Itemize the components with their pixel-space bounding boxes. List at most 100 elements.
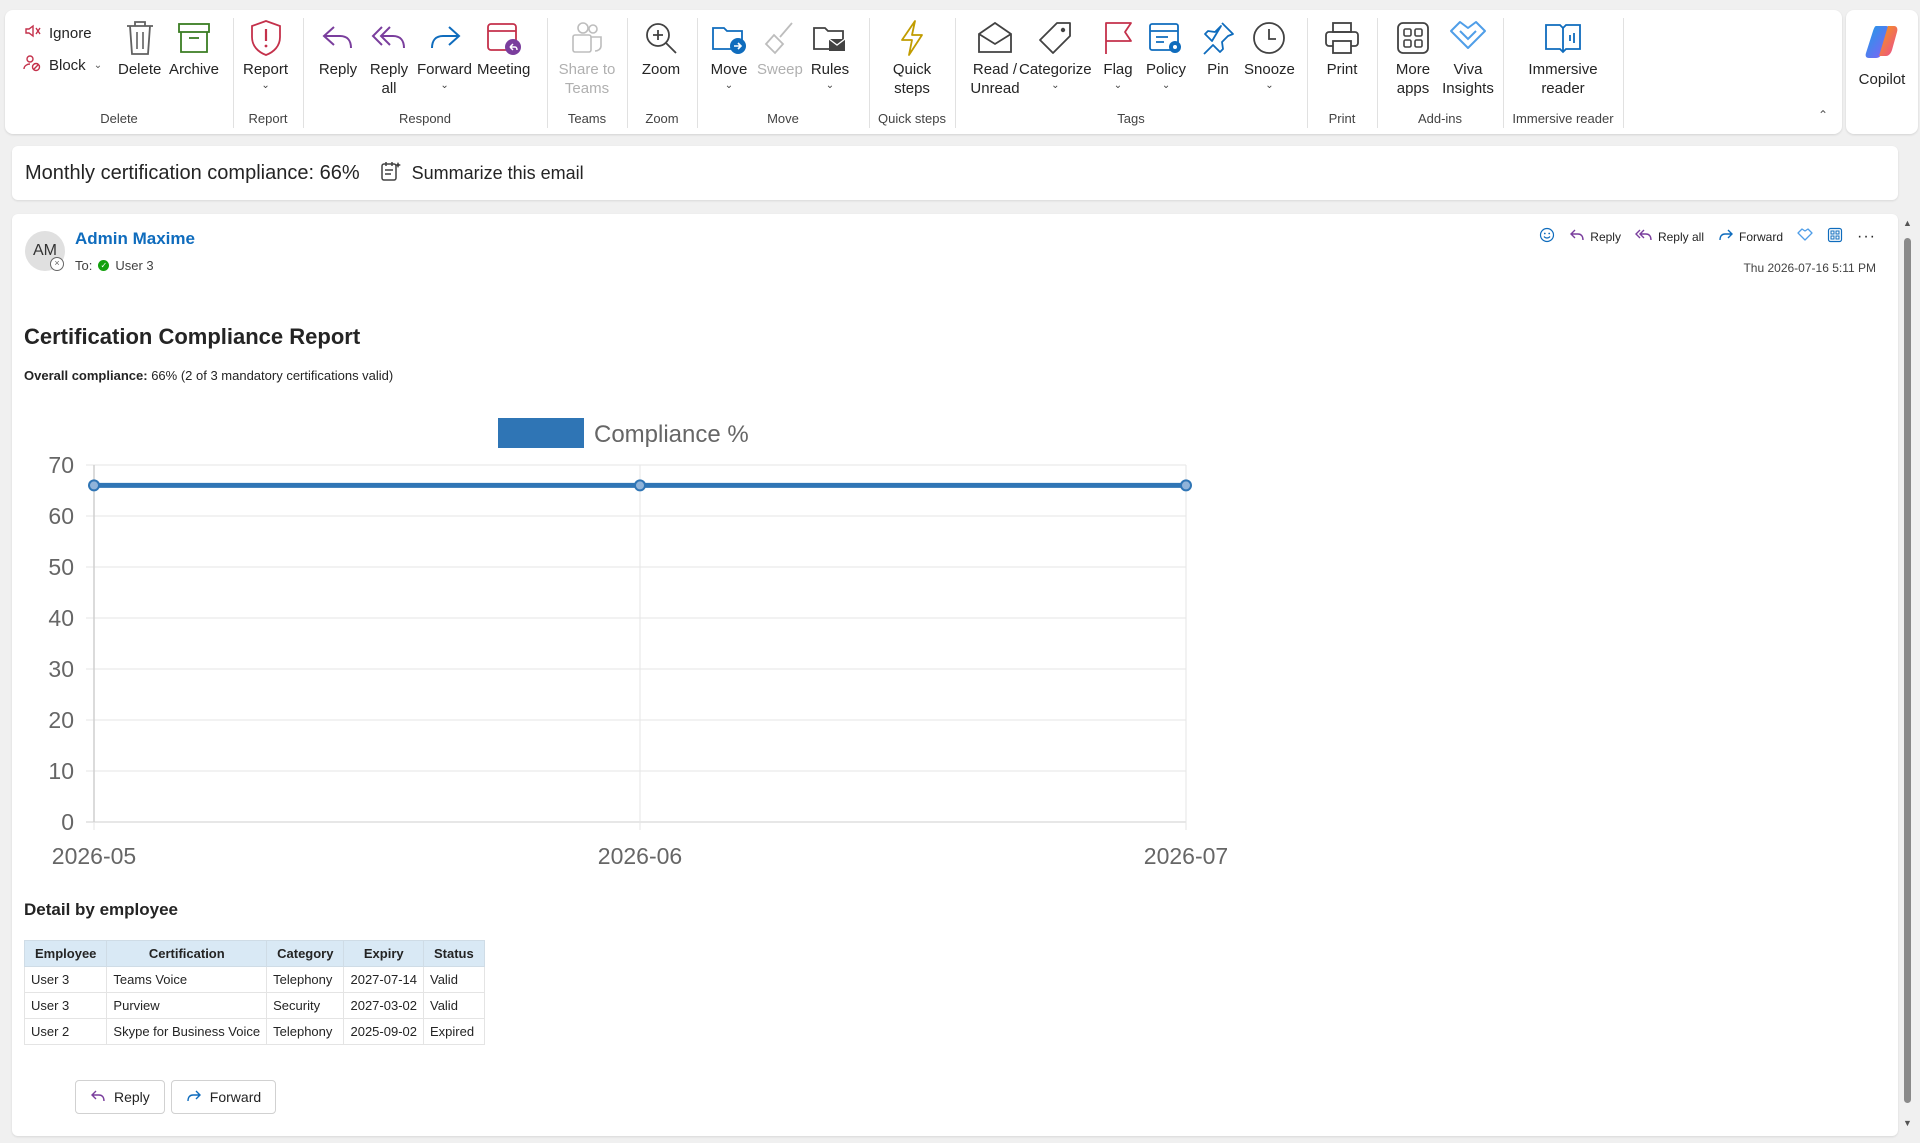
- bottom-reply-button[interactable]: Reply: [75, 1080, 165, 1114]
- block-button[interactable]: Block ⌄: [23, 54, 102, 76]
- emoji-reaction-button[interactable]: [1539, 227, 1555, 246]
- table-row: User 3 Purview Security 2027-03-02 Valid: [23, 992, 485, 1019]
- table-cell-employee: User 2: [23, 1018, 108, 1045]
- x-tick-label: 2026-07: [1144, 843, 1228, 869]
- more-options-button[interactable]: ···: [1857, 228, 1876, 246]
- chevron-down-icon: ⌄: [1113, 80, 1123, 91]
- y-tick-label: 30: [48, 656, 74, 682]
- archive-icon: [174, 18, 214, 58]
- scroll-up-icon[interactable]: ▲: [1903, 218, 1912, 228]
- meeting-button[interactable]: Meeting: [477, 18, 530, 79]
- table-cell-expiry: 2027-07-14: [343, 966, 424, 993]
- delete-button[interactable]: Delete: [118, 18, 161, 79]
- reply-all-action-button[interactable]: Reply all: [1634, 228, 1704, 245]
- recipient-name[interactable]: User 3: [115, 258, 153, 273]
- scroll-thumb[interactable]: [1904, 238, 1911, 1103]
- move-button[interactable]: Move ⌄: [709, 18, 749, 91]
- chevron-down-icon: ⌄: [1161, 80, 1171, 91]
- data-point: [1180, 479, 1192, 492]
- viva-insights-button[interactable]: Viva Insights: [1441, 18, 1495, 98]
- x-tick-label: 2026-05: [52, 843, 136, 869]
- ignore-icon: [23, 22, 41, 44]
- scroll-down-icon[interactable]: ▼: [1903, 1118, 1912, 1128]
- x-tick-label: 2026-06: [598, 843, 682, 869]
- rules-button[interactable]: Rules ⌄: [810, 18, 850, 91]
- y-tick-label: 0: [61, 809, 74, 835]
- policy-button[interactable]: Policy ⌄: [1146, 18, 1186, 91]
- group-report: Report ⌄ Report: [233, 10, 303, 134]
- apps-grid-icon: [1827, 227, 1843, 246]
- zoom-in-icon: [641, 18, 681, 58]
- y-tick-label: 20: [48, 707, 74, 733]
- reply-button[interactable]: Reply: [318, 18, 358, 79]
- ribbon: Ignore Block ⌄ Delete Archive Delete Rep…: [5, 10, 1842, 134]
- group-print: Print Print: [1307, 10, 1377, 134]
- flag-icon: [1098, 18, 1138, 58]
- group-respond: Reply Reply all Forward ⌄ Meeting Respon…: [303, 10, 547, 134]
- chevron-down-icon: ⌄: [1265, 80, 1274, 91]
- group-quick-steps: Quick steps Quick steps: [869, 10, 955, 134]
- table-cell-status: Valid: [422, 966, 485, 993]
- reading-pane: AM × Admin Maxime To: ✓ User 3 Reply Rep…: [12, 214, 1898, 1136]
- forward-button[interactable]: Forward ⌄: [417, 18, 472, 91]
- immersive-reader-button[interactable]: Immersive reader: [1523, 18, 1603, 98]
- table-cell-employee: User 3: [23, 966, 108, 993]
- sender-name[interactable]: Admin Maxime: [75, 229, 195, 249]
- immersive-reader-icon: [1543, 18, 1583, 58]
- group-addins: More apps Viva Insights Add-ins: [1377, 10, 1503, 134]
- bottom-actions: Reply Forward: [75, 1080, 277, 1114]
- table-body: User 3 Teams Voice Telephony 2027-07-14 Vali…: [23, 966, 485, 1045]
- quick-steps-button[interactable]: Quick steps: [881, 18, 943, 98]
- pin-button[interactable]: Pin: [1198, 18, 1238, 79]
- detail-table: Employee Certification Category Expiry Statu…: [23, 940, 485, 1045]
- chevron-down-icon: ⌄: [440, 80, 449, 91]
- table-cell-category: Telephony: [266, 966, 345, 993]
- reply-action-button[interactable]: Reply: [1569, 228, 1621, 245]
- archive-button[interactable]: Archive: [169, 18, 219, 79]
- bottom-forward-button[interactable]: Forward: [170, 1080, 277, 1114]
- shield-alert-icon: [246, 18, 286, 58]
- data-point: [634, 479, 646, 492]
- viva-insights-icon: [1797, 227, 1813, 246]
- sent-timestamp: Thu 2026-07-16 5:11 PM: [1743, 261, 1876, 275]
- reply-icon: [318, 18, 358, 58]
- print-button[interactable]: Print: [1322, 18, 1362, 79]
- flag-button[interactable]: Flag ⌄: [1098, 18, 1138, 91]
- summarize-icon: [380, 160, 402, 187]
- collapse-ribbon-icon[interactable]: ⌃: [1818, 108, 1828, 122]
- table-cell-category: Telephony: [266, 1018, 345, 1045]
- more-apps-button[interactable]: More apps: [1391, 18, 1435, 98]
- policy-gear-icon: [1146, 18, 1186, 58]
- apps-action-button[interactable]: [1827, 227, 1843, 246]
- viva-action-button[interactable]: [1797, 227, 1813, 246]
- apps-grid-icon: [1393, 18, 1433, 58]
- block-user-icon: [23, 54, 41, 76]
- table-cell-expiry: 2025-09-02: [343, 1018, 424, 1045]
- group-move: Move ⌄ Sweep Rules ⌄ Move: [697, 10, 869, 134]
- table-header-status: Status: [422, 940, 485, 967]
- y-tick-label: 40: [48, 605, 74, 631]
- sweep-button[interactable]: Sweep: [757, 18, 803, 79]
- reply-all-button[interactable]: Reply all: [367, 18, 411, 98]
- zoom-button[interactable]: Zoom: [641, 18, 681, 79]
- subject-bar: Monthly certification compliance: 66% Su…: [12, 146, 1898, 200]
- table-cell-certification: Skype for Business Voice: [106, 1018, 268, 1045]
- chevron-down-icon: ⌄: [1051, 80, 1060, 91]
- summarize-button[interactable]: Summarize this email: [380, 160, 584, 187]
- ignore-button[interactable]: Ignore: [23, 22, 92, 44]
- vertical-scrollbar[interactable]: ▲ ▼: [1900, 214, 1914, 1136]
- reply-icon: [90, 1089, 106, 1106]
- share-to-teams-button[interactable]: Share to Teams: [554, 18, 620, 98]
- forward-icon: [186, 1089, 202, 1106]
- table-cell-category: Security: [266, 992, 345, 1019]
- report-button[interactable]: Report ⌄: [243, 18, 288, 91]
- chevron-down-icon: ⌄: [261, 80, 270, 91]
- chevron-down-icon: ⌄: [724, 80, 734, 91]
- copilot-button[interactable]: Copilot: [1846, 10, 1918, 134]
- categorize-button[interactable]: Categorize ⌄: [1019, 18, 1092, 91]
- read-unread-button[interactable]: Read / Unread: [967, 18, 1023, 98]
- snooze-button[interactable]: Snooze ⌄: [1244, 18, 1295, 91]
- table-cell-certification: Teams Voice: [106, 966, 268, 993]
- tag-icon: [1035, 18, 1075, 58]
- forward-action-button[interactable]: Forward: [1718, 228, 1783, 245]
